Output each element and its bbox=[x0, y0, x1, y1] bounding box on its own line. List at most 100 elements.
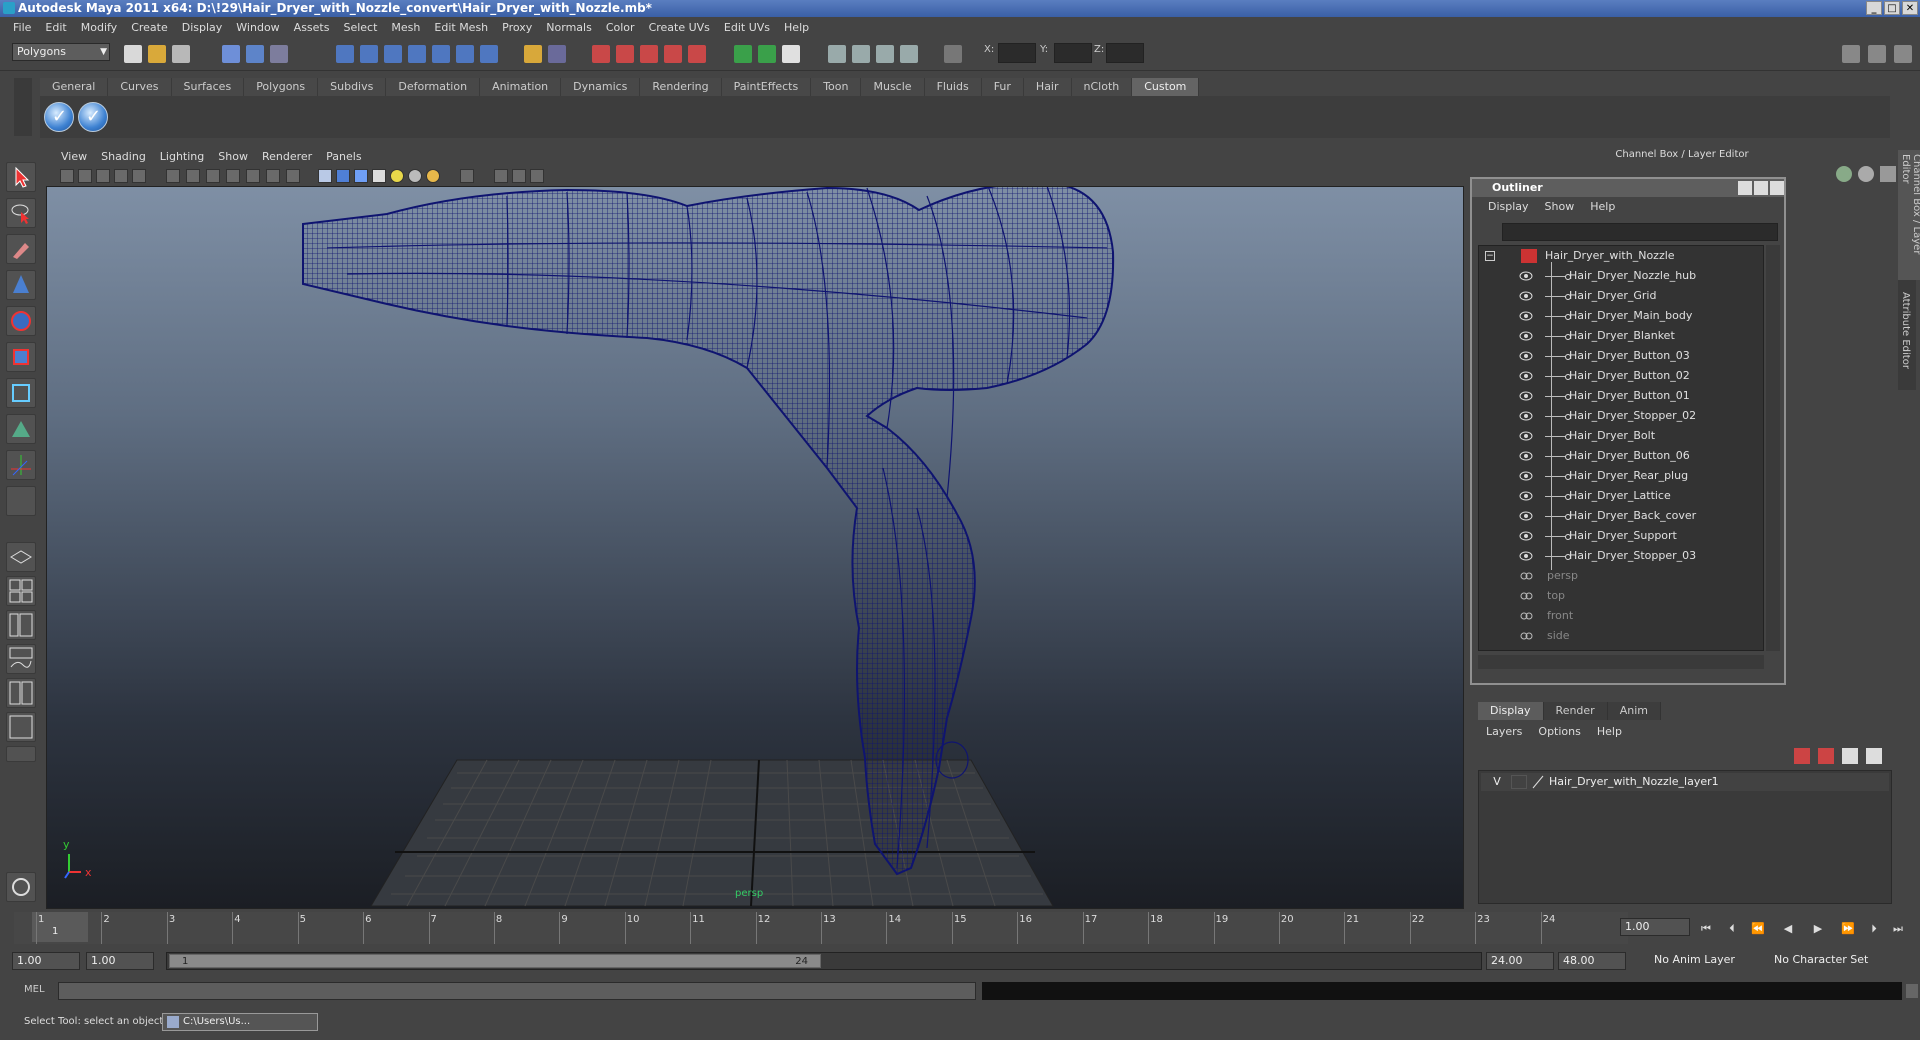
tab-subdivs[interactable]: Subdivs bbox=[318, 78, 387, 96]
perspective-viewport[interactable]: y x persp bbox=[46, 147, 1464, 909]
taskbar-window-button[interactable]: C:\Users\Us... bbox=[162, 1013, 318, 1031]
lasso-tool-icon[interactable] bbox=[6, 198, 36, 228]
tab-fluids[interactable]: Fluids bbox=[924, 78, 982, 96]
character-set-dropdown[interactable]: No Character Set bbox=[1770, 952, 1896, 970]
move-layer-up-icon[interactable] bbox=[1794, 748, 1810, 764]
tab-fur[interactable]: Fur bbox=[981, 78, 1024, 96]
make-live-icon[interactable] bbox=[432, 45, 450, 63]
play-forwards-icon[interactable]: ▶ bbox=[1810, 922, 1826, 936]
layer-menu-help[interactable]: Help bbox=[1589, 722, 1630, 742]
step-back-key-icon[interactable]: ⏪ bbox=[1750, 922, 1766, 936]
scale-tool-icon[interactable] bbox=[6, 342, 36, 372]
input-line-icon[interactable] bbox=[734, 45, 752, 63]
current-frame-field[interactable]: 1.00 bbox=[1620, 918, 1690, 936]
go-to-start-icon[interactable]: ⏮ bbox=[1698, 922, 1714, 936]
show-editor-icon[interactable] bbox=[828, 45, 846, 63]
x-field[interactable] bbox=[998, 43, 1036, 63]
playback-start-field[interactable]: 1.00 bbox=[86, 952, 154, 970]
menu-color[interactable]: Color bbox=[599, 21, 642, 34]
channel-box-icon-3[interactable] bbox=[1880, 166, 1896, 182]
outliner-item[interactable]: Hair_Dryer_Rear_plug bbox=[1479, 466, 1763, 486]
channel-box-icon-1[interactable] bbox=[1836, 166, 1852, 182]
layer-visibility-toggle[interactable]: V bbox=[1487, 773, 1507, 791]
menu-edit-mesh[interactable]: Edit Mesh bbox=[427, 21, 495, 34]
outliner-graph-layout-icon[interactable] bbox=[6, 712, 36, 742]
outliner-set-item[interactable]: defaultLightSet bbox=[1479, 646, 1763, 650]
maximize-button[interactable]: □ bbox=[1884, 1, 1900, 15]
use-default-light-icon[interactable] bbox=[390, 169, 404, 183]
new-layer-selected-icon[interactable] bbox=[1866, 748, 1882, 764]
outliner-item[interactable]: Hair_Dryer_Bolt bbox=[1479, 426, 1763, 446]
viewport-menu-renderer[interactable]: Renderer bbox=[255, 150, 319, 163]
persp-graph-layout-icon[interactable] bbox=[6, 644, 36, 674]
layer-tab-render[interactable]: Render bbox=[1543, 702, 1608, 720]
outliner-menu-show[interactable]: Show bbox=[1537, 200, 1583, 213]
attribute-editor-icon[interactable] bbox=[876, 45, 894, 63]
tab-toon[interactable]: Toon bbox=[811, 78, 862, 96]
viewport-menu-shading[interactable]: Shading bbox=[94, 150, 153, 163]
select-hierarchy-icon[interactable] bbox=[222, 45, 240, 63]
bookmarks-icon[interactable] bbox=[96, 169, 110, 183]
go-to-end-icon[interactable]: ⏭ bbox=[1890, 922, 1906, 936]
single-view-layout-icon[interactable] bbox=[6, 542, 36, 572]
viewport-menu-show[interactable]: Show bbox=[211, 150, 255, 163]
ipr-icon[interactable] bbox=[480, 45, 498, 63]
y-field[interactable] bbox=[1054, 43, 1092, 63]
outliner-item[interactable]: Hair_Dryer_Button_06 bbox=[1479, 446, 1763, 466]
outliner-item[interactable]: Hair_Dryer_Back_cover bbox=[1479, 506, 1763, 526]
menu-modify[interactable]: Modify bbox=[74, 21, 124, 34]
layer-tab-display[interactable]: Display bbox=[1478, 702, 1544, 720]
outliner-vertical-scrollbar[interactable] bbox=[1766, 245, 1780, 651]
shelf-check-button-1[interactable] bbox=[44, 102, 74, 132]
select-tool-icon[interactable] bbox=[6, 162, 36, 192]
viewport-menu-view[interactable]: View bbox=[54, 150, 94, 163]
gate-mask-icon[interactable] bbox=[226, 169, 240, 183]
play-backwards-icon[interactable]: ◀ bbox=[1780, 922, 1796, 936]
safe-action-icon[interactable] bbox=[266, 169, 280, 183]
rotate-tool-icon[interactable] bbox=[6, 306, 36, 336]
wireframe-icon[interactable] bbox=[318, 169, 332, 183]
ipr-render-icon[interactable] bbox=[616, 45, 634, 63]
layer-row[interactable]: V Hair_Dryer_with_Nozzle_layer1 bbox=[1481, 773, 1889, 791]
time-slider[interactable]: 1 1 2 3 4 5 6 7 8 9 10 11 12 13 14 15 16 17 18 19 20 21 22 23 2… bbox=[14, 912, 1628, 944]
move-layer-down-icon[interactable] bbox=[1818, 748, 1834, 764]
lock-icon[interactable] bbox=[524, 45, 542, 63]
menu-window[interactable]: Window bbox=[229, 21, 286, 34]
image-plane-icon[interactable] bbox=[114, 169, 128, 183]
move-tool-icon[interactable] bbox=[6, 270, 36, 300]
snap-view-plane-icon[interactable] bbox=[408, 45, 426, 63]
tab-animation[interactable]: Animation bbox=[480, 78, 562, 96]
last-tool-icon[interactable] bbox=[6, 486, 36, 516]
relative-transform-icon[interactable] bbox=[758, 45, 776, 63]
outliner-maximize-button[interactable] bbox=[1754, 181, 1768, 195]
z-field[interactable] bbox=[1106, 43, 1144, 63]
viewport-menu-lighting[interactable]: Lighting bbox=[153, 150, 211, 163]
tab-ncloth[interactable]: nCloth bbox=[1071, 78, 1133, 96]
minimize-button[interactable]: _ bbox=[1866, 1, 1882, 15]
menu-create-uvs[interactable]: Create UVs bbox=[642, 21, 717, 34]
menu-normals[interactable]: Normals bbox=[539, 21, 599, 34]
layer-tab-anim[interactable]: Anim bbox=[1607, 702, 1661, 720]
hypershade-icon[interactable] bbox=[664, 45, 682, 63]
outliner-item[interactable]: Hair_Dryer_Button_01 bbox=[1479, 386, 1763, 406]
tab-hair[interactable]: Hair bbox=[1023, 78, 1072, 96]
history-icon[interactable] bbox=[456, 45, 474, 63]
animation-start-field[interactable]: 1.00 bbox=[12, 952, 80, 970]
select-camera-icon[interactable] bbox=[60, 169, 74, 183]
paint-select-icon[interactable] bbox=[6, 234, 36, 264]
mel-input[interactable] bbox=[58, 982, 976, 1000]
layer-menu-layers[interactable]: Layers bbox=[1478, 722, 1530, 742]
two-d-pan-zoom-icon[interactable] bbox=[132, 169, 146, 183]
tab-dynamics[interactable]: Dynamics bbox=[561, 78, 641, 96]
outliner-item[interactable]: Hair_Dryer_Blanket bbox=[1479, 326, 1763, 346]
layer-playback-toggle[interactable] bbox=[1511, 775, 1527, 789]
xray-joints-icon[interactable] bbox=[512, 169, 526, 183]
menu-help[interactable]: Help bbox=[777, 21, 816, 34]
new-layer-icon[interactable] bbox=[1842, 748, 1858, 764]
outliner-item[interactable]: Hair_Dryer_Button_02 bbox=[1479, 366, 1763, 386]
outliner-root-item[interactable]: − Hair_Dryer_with_Nozzle bbox=[1479, 246, 1763, 266]
render-settings-icon[interactable] bbox=[640, 45, 658, 63]
viewport-menu-panels[interactable]: Panels bbox=[319, 150, 368, 163]
mel-label[interactable]: MEL bbox=[24, 984, 45, 995]
outliner-item[interactable]: Hair_Dryer_Support bbox=[1479, 526, 1763, 546]
